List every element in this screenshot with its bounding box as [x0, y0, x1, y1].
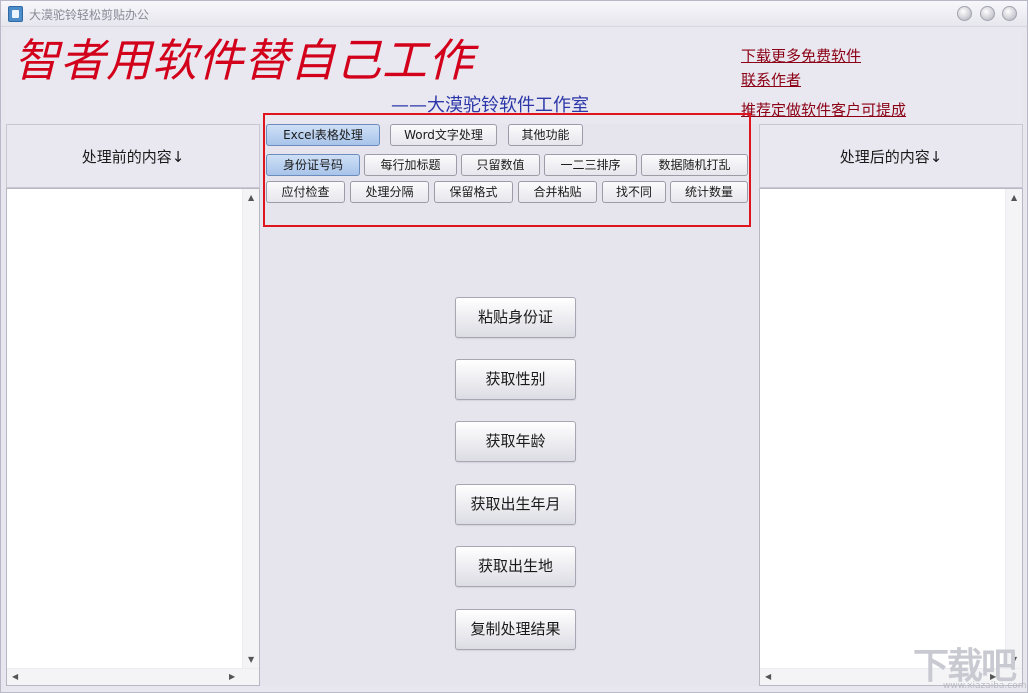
scroll-up-icon[interactable]: ▲ — [248, 193, 254, 203]
scroll-left-icon[interactable]: ◀ — [12, 672, 18, 682]
contact-author-link[interactable]: 联系作者 — [741, 69, 801, 90]
scroll-up-icon[interactable]: ▲ — [1011, 193, 1017, 203]
get-gender-button[interactable]: 获取性别 — [455, 359, 576, 400]
horizontal-scrollbar[interactable]: ◀ ▶ — [7, 668, 259, 685]
watermark-url: www.xiazaiba.com — [943, 681, 1027, 691]
title-bar[interactable]: 大漠驼铃轻松剪贴办公 — [1, 1, 1027, 27]
after-content-label: 处理后的内容↓ — [759, 124, 1023, 188]
get-birthplace-button[interactable]: 获取出生地 — [455, 546, 576, 587]
app-icon — [8, 6, 23, 22]
after-content-textarea[interactable]: ▲ ▼ ◀ ▶ — [759, 188, 1023, 686]
scroll-right-icon[interactable]: ▶ — [229, 672, 235, 682]
watermark-logo: 下载吧 www.xiazaiba.com — [913, 637, 1027, 691]
custom-software-link[interactable]: 推荐定做软件客户可提成 — [741, 99, 906, 120]
minimize-button[interactable] — [957, 6, 972, 21]
scroll-down-icon[interactable]: ▼ — [248, 655, 254, 665]
before-content-textarea[interactable]: ▲ ▼ ◀ ▶ — [6, 188, 260, 686]
get-age-button[interactable]: 获取年龄 — [455, 421, 576, 462]
window-title: 大漠驼铃轻松剪贴办公 — [29, 8, 150, 22]
vertical-scrollbar[interactable]: ▲ ▼ — [242, 189, 259, 669]
download-more-link[interactable]: 下载更多免费软件 — [741, 45, 861, 66]
get-birth-date-button[interactable]: 获取出生年月 — [455, 484, 576, 525]
highlight-annotation — [263, 113, 751, 227]
slogan-text: 智者用软件替自己工作 — [14, 34, 475, 87]
maximize-button[interactable] — [980, 6, 995, 21]
vertical-scrollbar[interactable]: ▲ ▼ — [1005, 189, 1022, 669]
paste-id-button[interactable]: 粘贴身份证 — [455, 297, 576, 338]
copy-result-button[interactable]: 复制处理结果 — [455, 609, 576, 650]
before-content-label: 处理前的内容↓ — [6, 124, 260, 188]
close-button[interactable] — [1002, 6, 1017, 21]
scroll-left-icon[interactable]: ◀ — [765, 672, 771, 682]
app-window: 大漠驼铃轻松剪贴办公 智者用软件替自己工作 ——大漠驼铃软件工作室 下载更多免费… — [0, 0, 1028, 693]
